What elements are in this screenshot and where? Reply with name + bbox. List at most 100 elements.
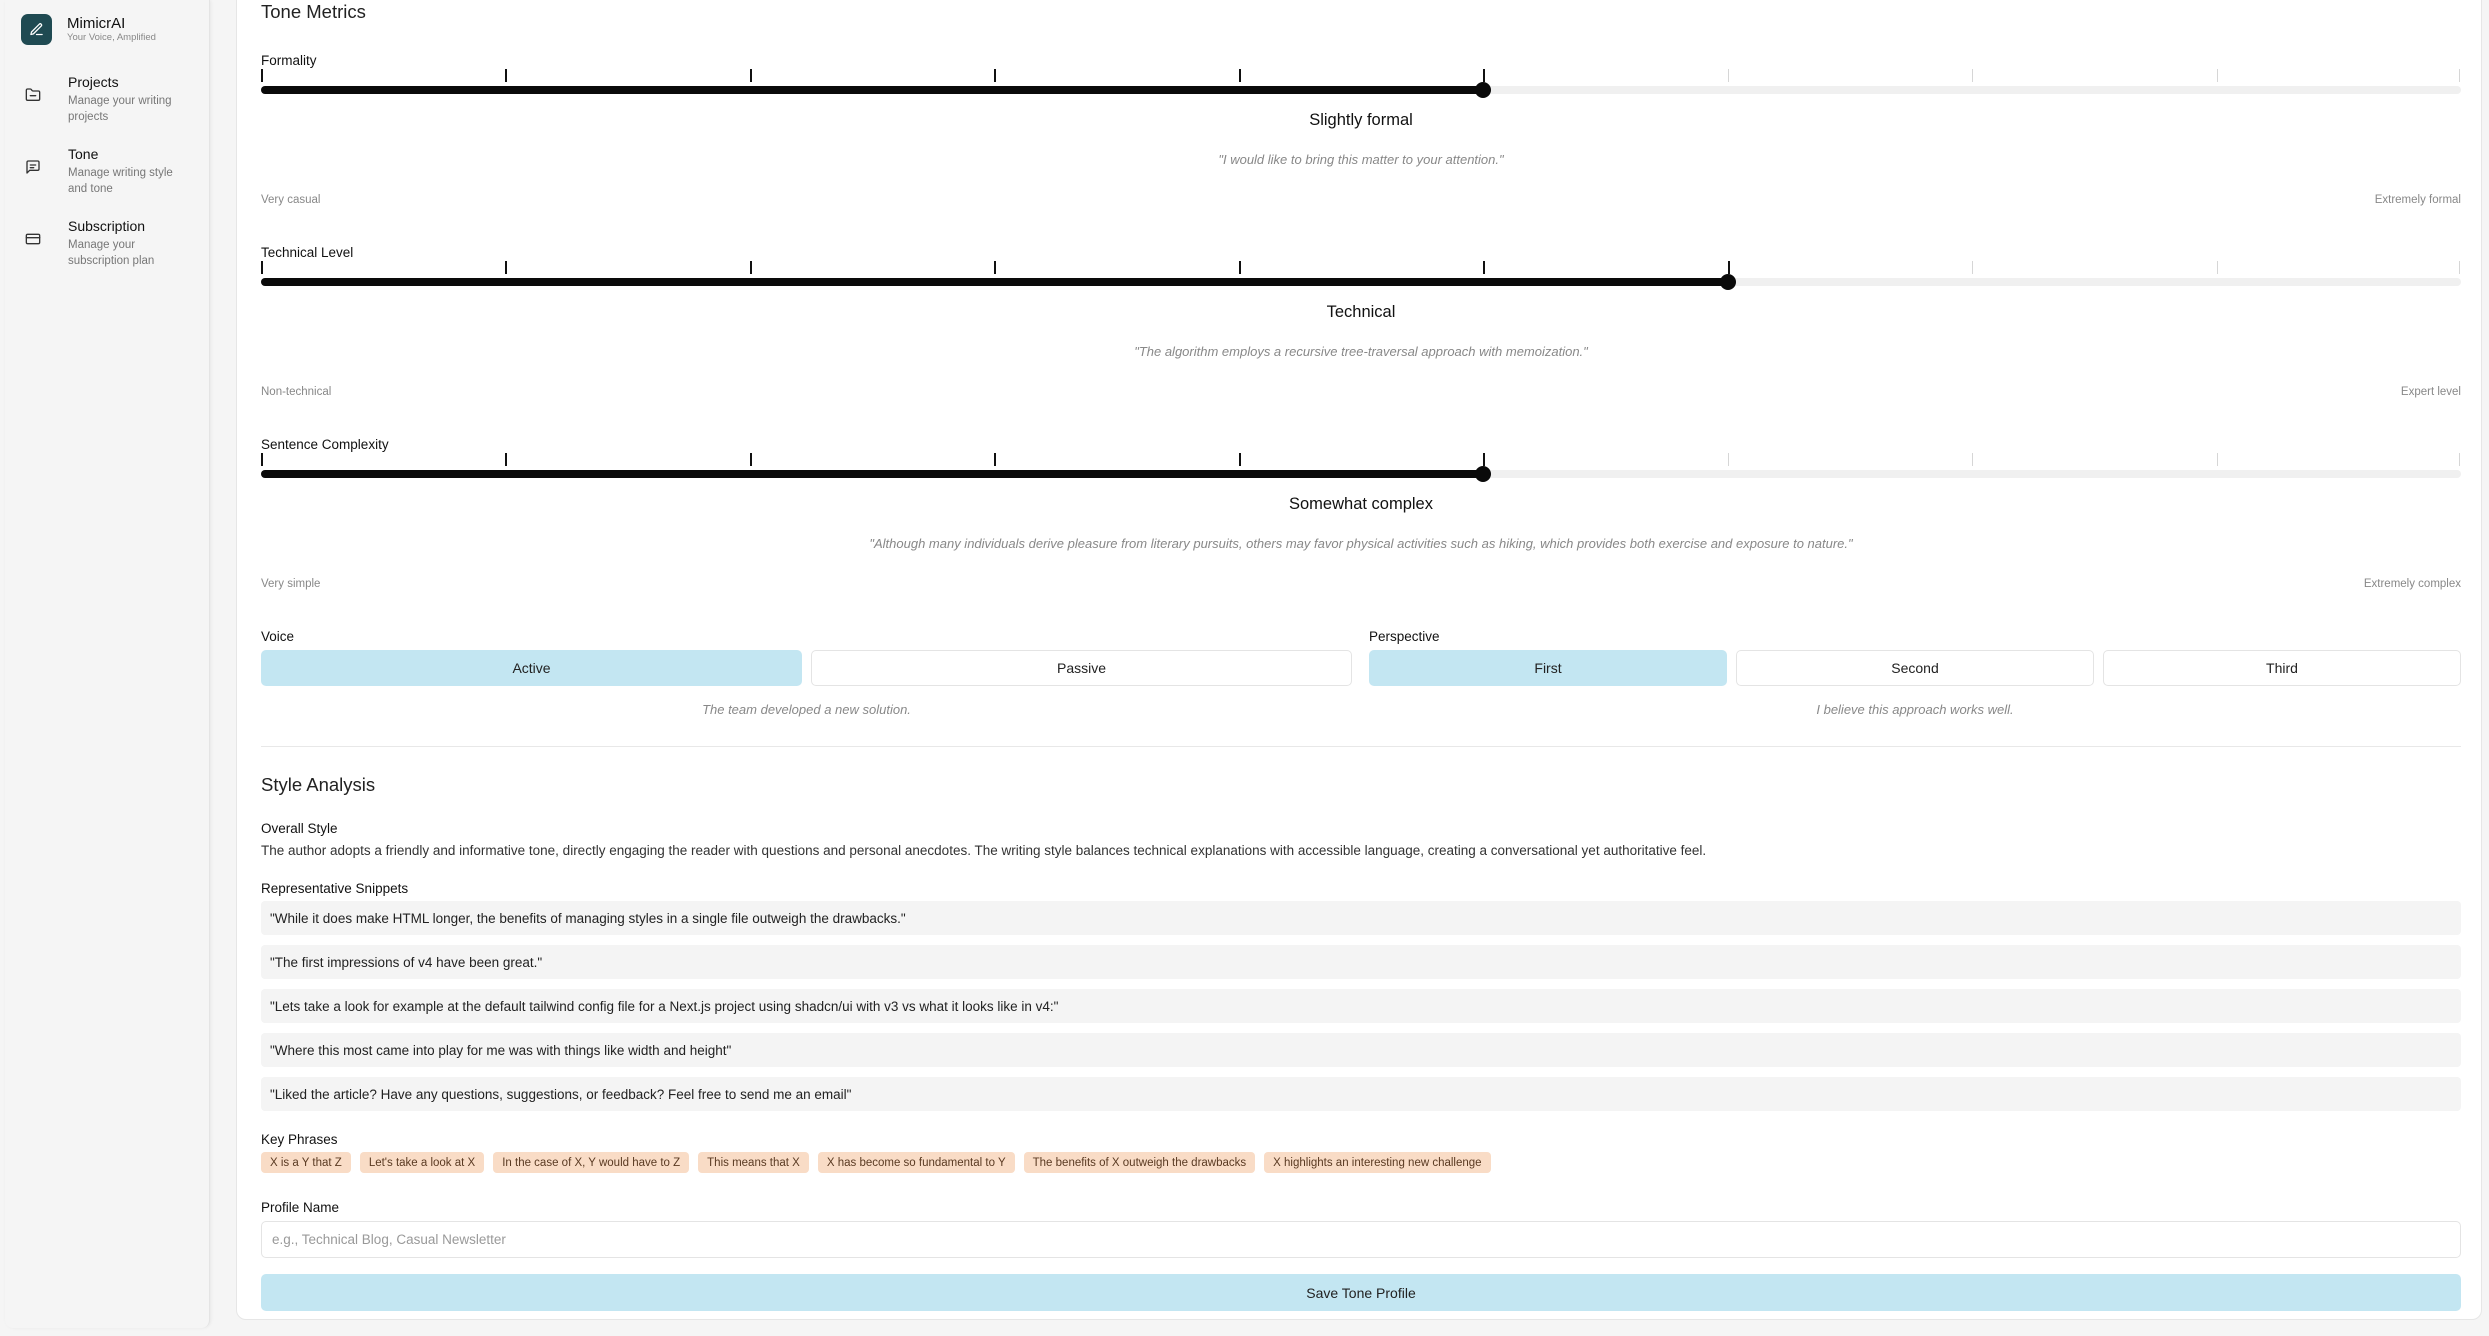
snippet-item: "The first impressions of v4 have been g…: [261, 945, 2461, 979]
slider-tick: [261, 69, 263, 82]
metric-label: Technical Level: [261, 245, 354, 260]
section-divider: [261, 746, 2461, 747]
perspective-label: Perspective: [1369, 629, 1440, 644]
voice-label: Voice: [261, 629, 295, 644]
slider-tick: [749, 69, 752, 82]
slider-ticks: [261, 69, 2461, 83]
snippet-item: "Where this most came into play for me w…: [261, 1033, 2461, 1067]
snippet-item: "Liked the article? Have any questions, …: [261, 1077, 2461, 1111]
metric-example: "I would like to bring this matter to yo…: [1218, 152, 1504, 167]
perspective-option-third[interactable]: Third: [2103, 650, 2461, 686]
slider-fill: [261, 470, 1484, 478]
folder-icon: [25, 87, 43, 125]
slider-tick: [1238, 261, 1241, 274]
scale-max-label: Extremely formal: [2374, 194, 2461, 206]
slider-tick: [1727, 261, 1730, 274]
sentence-complexity-slider[interactable]: [261, 466, 2461, 482]
metric-label: Formality: [261, 53, 317, 68]
key-phrase-tag: In the case of X, Y would have to Z: [493, 1152, 690, 1173]
metric-example: "The algorithm employs a recursive tree-…: [1134, 344, 1588, 359]
key-phrase-tag: Let's take a look at X: [359, 1152, 485, 1173]
perspective-option-second[interactable]: Second: [1736, 650, 2094, 686]
slider-thumb[interactable]: [1719, 274, 1736, 290]
slider-tick: [994, 69, 997, 82]
slider-tick: [994, 453, 997, 466]
slider-tick: [505, 261, 508, 274]
slider-tick: [1727, 453, 1729, 466]
slider-tick: [1972, 69, 1974, 82]
pen-icon: [21, 14, 52, 45]
brand[interactable]: MimicrAI Your Voice, Amplified: [21, 14, 156, 45]
metric-value: Somewhat complex: [1289, 495, 1433, 513]
voice-example: The team developed a new solution.: [702, 702, 911, 717]
key-phrases-label: Key Phrases: [261, 1132, 338, 1147]
metric-value: Slightly formal: [1309, 111, 1413, 129]
sidebar-item-subscription[interactable]: Subscription Manage your subscription pl…: [25, 217, 205, 269]
message-icon: [25, 159, 43, 197]
save-tone-profile-button[interactable]: Save Tone Profile: [261, 1274, 2461, 1311]
slider-tick: [1238, 69, 1241, 82]
perspective-option-first[interactable]: First: [1369, 650, 1727, 686]
slider-tick: [505, 69, 508, 82]
sidebar-item-description: Manage writing style and tone: [68, 167, 173, 195]
slider-thumb[interactable]: [1475, 82, 1492, 98]
slider-tick: [1972, 453, 1974, 466]
slider-tick: [2216, 453, 2218, 466]
key-phrase-tag: X highlights an interesting new challeng…: [1264, 1152, 1491, 1173]
app-tagline: Your Voice, Amplified: [67, 32, 156, 43]
slider-tick: [2216, 261, 2218, 274]
technical-level-slider[interactable]: [261, 274, 2461, 290]
scale-max-label: Expert level: [2400, 386, 2461, 398]
formality-slider[interactable]: [261, 82, 2461, 98]
scale-max-label: Extremely complex: [2363, 578, 2461, 590]
slider-tick: [2216, 69, 2218, 82]
profile-name-input[interactable]: [261, 1221, 2461, 1258]
slider-tick: [749, 261, 752, 274]
tone-metrics-title: Tone Metrics: [261, 1, 366, 22]
voice-option-passive[interactable]: Passive: [811, 650, 1352, 686]
slider-tick: [749, 453, 752, 466]
sidebar-item-title: Subscription: [68, 218, 146, 234]
key-phrases-list: X is a Y that Z Let's take a look at X I…: [261, 1152, 1491, 1173]
slider-tick: [261, 453, 263, 466]
overall-style-label: Overall Style: [261, 821, 338, 836]
slider-tick: [1727, 69, 1729, 82]
slider-tick: [1238, 453, 1241, 466]
metric-value: Technical: [1326, 303, 1396, 321]
voice-option-active[interactable]: Active: [261, 650, 802, 686]
tone-editor-card: Tone Metrics Formality Slightly formal "…: [236, 0, 2482, 1320]
key-phrase-tag: The benefits of X outweigh the drawbacks: [1023, 1152, 1256, 1173]
style-analysis-title: Style Analysis: [261, 774, 376, 795]
slider-tick: [2459, 453, 2460, 466]
slider-tick: [505, 453, 508, 466]
app-name: MimicrAI: [67, 15, 126, 32]
slider-tick: [1483, 453, 1486, 466]
sidebar-item-title: Tone: [68, 146, 99, 162]
slider-tick: [994, 261, 997, 274]
scale-min-label: Very simple: [261, 578, 321, 590]
snippets-label: Representative Snippets: [261, 881, 409, 896]
slider-tick: [1483, 69, 1486, 82]
sidebar: MimicrAI Your Voice, Amplified Projects …: [5, 0, 210, 1328]
key-phrase-tag: This means that X: [698, 1152, 809, 1173]
key-phrase-tag: X has become so fundamental to Y: [817, 1152, 1015, 1173]
scale-min-label: Non-technical: [261, 386, 332, 398]
slider-tick: [1972, 261, 1974, 274]
sidebar-item-title: Projects: [68, 74, 119, 90]
slider-thumb[interactable]: [1475, 466, 1492, 482]
metric-example: "Although many individuals derive pleasu…: [869, 536, 1853, 551]
sidebar-item-tone[interactable]: Tone Manage writing style and tone: [25, 145, 205, 197]
sidebar-item-description: Manage your subscription plan: [68, 239, 155, 267]
key-phrase-tag: X is a Y that Z: [261, 1152, 351, 1173]
slider-fill: [261, 278, 1728, 286]
slider-ticks: [261, 453, 2461, 467]
metric-label: Sentence Complexity: [261, 437, 389, 452]
slider-tick: [1483, 261, 1486, 274]
sidebar-item-projects[interactable]: Projects Manage your writing projects: [25, 73, 205, 125]
scale-min-label: Very casual: [261, 194, 321, 206]
snippet-item: "Lets take a look for example at the def…: [261, 989, 2461, 1023]
sidebar-item-description: Manage your writing projects: [68, 95, 172, 123]
snippet-item: "While it does make HTML longer, the ben…: [261, 901, 2461, 935]
slider-ticks: [261, 261, 2461, 275]
slider-fill: [261, 86, 1484, 94]
